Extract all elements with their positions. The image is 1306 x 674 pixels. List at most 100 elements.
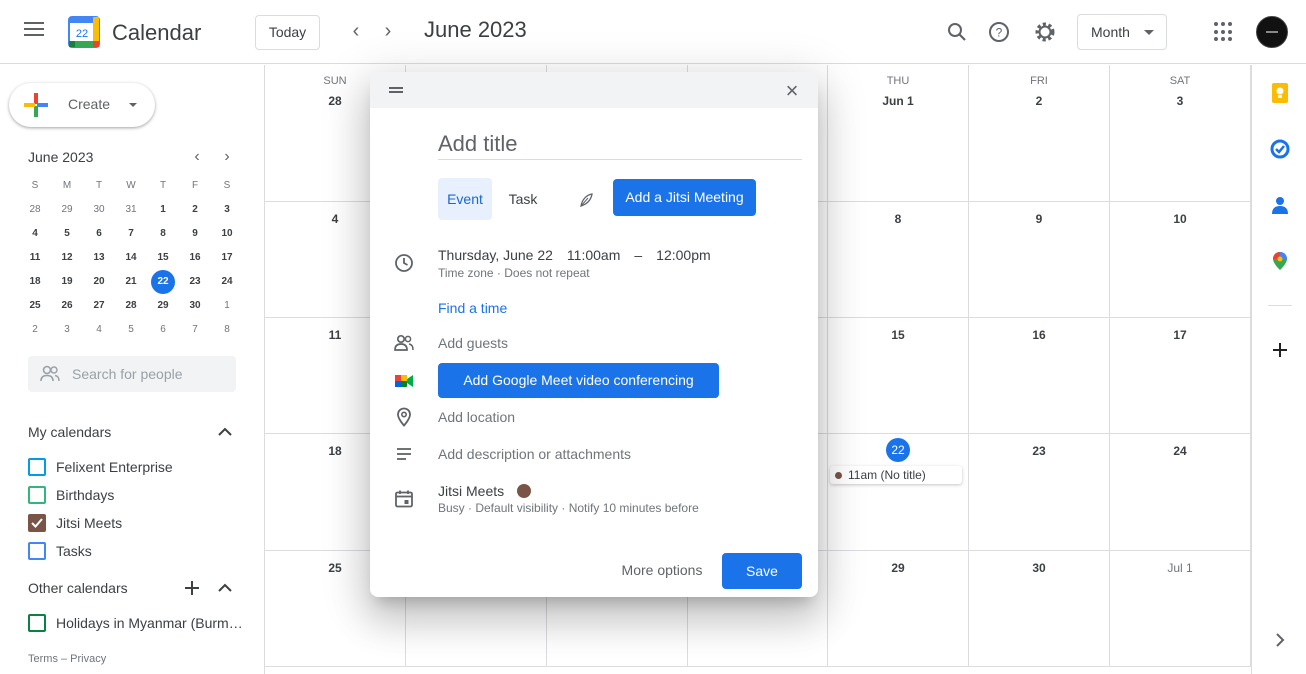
mini-calendar-day[interactable]: 28 [19,198,51,222]
mini-calendar-day[interactable]: 31 [115,198,147,222]
day-number[interactable]: 9 [969,212,1109,226]
tab-task[interactable]: Task [500,178,546,220]
help-icon[interactable]: ? [985,18,1013,46]
mini-calendar-day[interactable]: 4 [19,222,51,246]
day-number[interactable]: 3 [1110,94,1250,108]
drag-handle-icon[interactable] [389,87,403,95]
event-chip[interactable]: 11am (No title) [830,466,962,484]
mini-calendar-day[interactable]: 8 [147,222,179,246]
day-number[interactable]: 2 [969,94,1109,108]
mini-calendar-day[interactable]: 5 [51,222,83,246]
event-calendar-name[interactable]: Jitsi Meets [438,483,504,499]
mini-calendar-day[interactable]: 25 [19,294,51,318]
mini-calendar-day[interactable]: 7 [115,222,147,246]
chevron-right-icon[interactable] [1270,630,1290,650]
day-cell[interactable]: 16 [969,318,1110,434]
mini-prev-month-button[interactable]: ‹ [187,148,207,168]
add-calendar-plus-icon[interactable] [184,580,200,596]
mini-calendar-day[interactable]: 3 [211,198,243,222]
contacts-icon[interactable] [1270,195,1290,215]
day-number[interactable]: 16 [969,328,1109,342]
mini-calendar-day[interactable]: 29 [51,198,83,222]
other-calendars-heading[interactable]: Other calendars [28,580,128,596]
day-number[interactable]: 17 [1110,328,1250,342]
day-number[interactable]: 8 [828,212,968,226]
mini-calendar-day[interactable]: 9 [179,222,211,246]
day-cell[interactable]: 29 [828,551,969,667]
mini-calendar-day[interactable]: 27 [83,294,115,318]
mini-calendar-day[interactable]: 16 [179,246,211,270]
search-people-field[interactable]: Search for people [28,356,236,392]
next-period-button[interactable]: › [376,20,400,44]
event-visibility-line[interactable]: Busy · Default visibility · Notify 10 mi… [438,501,699,515]
day-cell[interactable]: SAT 3 [1110,65,1251,202]
day-cell[interactable]: 17 [1110,318,1251,434]
save-button[interactable]: Save [722,553,802,589]
mini-calendar-day[interactable]: 8 [211,318,243,342]
unchecked-checkbox[interactable] [28,486,46,504]
add-jitsi-meeting-button[interactable]: Add a Jitsi Meeting [613,179,756,216]
day-number[interactable]: 30 [969,561,1109,575]
mini-calendar-day[interactable]: 6 [83,222,115,246]
mini-calendar-day[interactable]: 5 [115,318,147,342]
mini-calendar-day[interactable]: 1 [211,294,243,318]
search-icon[interactable] [943,18,971,46]
terms-privacy-links[interactable]: Terms – Privacy [28,653,106,665]
day-number[interactable]: 23 [969,444,1109,458]
account-avatar[interactable] [1256,16,1288,48]
chevron-up-icon[interactable] [217,424,233,440]
mini-calendar-day[interactable]: 15 [147,246,179,270]
add-guests-field[interactable]: Add guests [438,335,508,351]
event-title-input[interactable] [438,128,802,160]
mini-calendar-day[interactable]: 23 [179,270,211,294]
settings-gear-icon[interactable] [1031,18,1059,46]
add-google-meet-button[interactable]: Add Google Meet video conferencing [438,363,719,398]
close-icon[interactable]: × [780,80,804,104]
find-a-time-link[interactable]: Find a time [438,300,507,316]
mini-calendar-day[interactable]: 6 [147,318,179,342]
day-cell[interactable]: 9 [969,202,1110,318]
mini-calendar-day[interactable]: 28 [115,294,147,318]
day-cell[interactable]: FRI 2 [969,65,1110,202]
mini-calendar-day[interactable]: 18 [19,270,51,294]
event-datetime[interactable]: Thursday, June 22 11:00am –12:00pm [438,247,725,263]
mini-calendar-day[interactable]: 21 [115,270,147,294]
mini-calendar-day[interactable]: 13 [83,246,115,270]
day-cell[interactable]: 23 [969,434,1110,551]
add-description-field[interactable]: Add description or attachments [438,446,631,462]
mini-calendar-day[interactable]: 14 [115,246,147,270]
day-number[interactable]: 10 [1110,212,1250,226]
create-button[interactable]: Create [9,83,155,127]
maps-pin-icon[interactable] [1270,251,1290,271]
view-switcher-dropdown[interactable]: Month [1077,14,1167,50]
more-options-button[interactable]: More options [607,553,717,589]
my-calendars-heading[interactable]: My calendars [28,424,111,440]
mini-calendar-day[interactable]: 29 [147,294,179,318]
mini-calendar-day[interactable]: 19 [51,270,83,294]
day-cell[interactable]: 22 11am (No title) [828,434,969,551]
mini-calendar-day[interactable]: 12 [51,246,83,270]
event-end-time[interactable]: 12:00pm [656,247,710,263]
tab-event[interactable]: Event [438,178,492,220]
event-calendar-color-dot[interactable] [517,484,531,498]
unchecked-checkbox[interactable] [28,542,46,560]
mini-calendar-day[interactable]: 2 [179,198,211,222]
unchecked-checkbox[interactable] [28,458,46,476]
day-cell[interactable]: 15 [828,318,969,434]
tasks-icon[interactable] [1270,139,1290,159]
timezone-repeat-line[interactable]: Time zone · Does not repeat [438,266,590,280]
day-number[interactable]: 24 [1110,444,1250,458]
mini-calendar-day[interactable]: 30 [179,294,211,318]
mini-calendar-day[interactable]: 17 [211,246,243,270]
mini-calendar-day[interactable]: 10 [211,222,243,246]
today-button[interactable]: Today [255,15,320,50]
keep-icon[interactable] [1270,83,1290,103]
day-number[interactable]: 22 [828,438,968,462]
mini-calendar-day[interactable]: 1 [147,198,179,222]
mini-calendar-day[interactable]: 30 [83,198,115,222]
previous-period-button[interactable]: ‹ [344,20,368,44]
mini-calendar-day[interactable]: 22 [147,270,179,294]
chevron-up-icon[interactable] [217,580,233,596]
mini-calendar-day[interactable]: 20 [83,270,115,294]
get-addons-plus-icon[interactable] [1270,340,1290,360]
